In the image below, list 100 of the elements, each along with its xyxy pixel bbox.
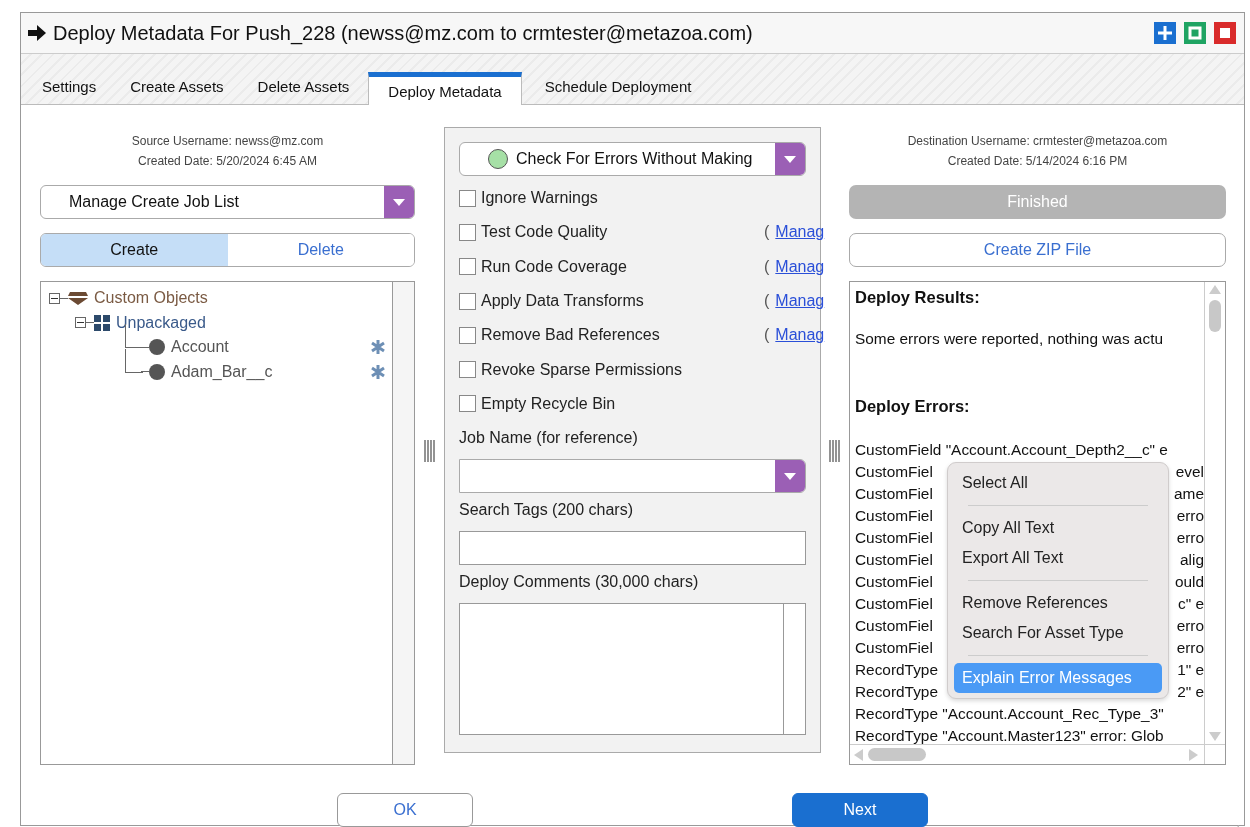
tab[interactable]: Schedule Deployment: [525, 70, 711, 104]
error-line: RecordType "Account.Account_Rec_Type_3": [855, 704, 1164, 724]
scroll-up-icon: [1209, 285, 1221, 294]
deploy-mode-label: Check For Errors Without Making: [516, 150, 753, 168]
scroll-left-icon: [854, 748, 863, 761]
status-dot-icon: [488, 149, 508, 169]
error-line-end: erro: [1176, 616, 1204, 636]
scroll-down-icon: [1209, 732, 1221, 741]
manage-link[interactable]: Manag: [775, 326, 825, 345]
error-line: CustomFiel: [855, 484, 933, 504]
plus-icon[interactable]: [1154, 22, 1176, 44]
manage-link[interactable]: Manag: [775, 292, 825, 311]
error-line-end: erro: [1176, 528, 1204, 548]
circle-icon: [149, 339, 165, 356]
manage-link[interactable]: Manag: [775, 223, 825, 242]
tree-item[interactable]: Unpackaged: [116, 313, 206, 332]
checkbox[interactable]: [459, 395, 476, 413]
checkbox-label: Ignore Warnings: [481, 189, 598, 208]
checkbox[interactable]: [459, 326, 476, 344]
checkbox-label: Test Code Quality: [481, 223, 608, 242]
error-line: CustomFiel: [855, 594, 933, 614]
parenthesis: (: [764, 292, 770, 311]
error-line-end: 1" e: [1177, 660, 1204, 680]
parenthesis: (: [764, 223, 770, 242]
arrow-right-icon: [27, 24, 47, 42]
error-line: CustomFiel: [855, 572, 933, 592]
checkbox[interactable]: [459, 223, 476, 241]
error-line-end: c" e: [1178, 594, 1204, 614]
checkbox[interactable]: [459, 258, 476, 276]
error-line: CustomFiel: [855, 550, 933, 570]
error-line-end: 2" e: [1177, 682, 1204, 702]
job-name-label: Job Name (for reference): [459, 429, 639, 448]
menu-item[interactable]: Search For Asset Type: [954, 618, 1162, 648]
stop-icon[interactable]: [1214, 22, 1236, 44]
error-line: CustomFiel: [855, 462, 933, 482]
results-heading: Deploy Results:: [855, 287, 980, 308]
deploy-comments-field[interactable]: [459, 603, 806, 736]
error-line: CustomFiel: [855, 638, 933, 658]
checkbox[interactable]: [459, 189, 476, 207]
source-username: Source Username: newss@mz.com: [130, 133, 325, 150]
checkbox-label: Empty Recycle Bin: [481, 394, 616, 413]
deploy-comments-label: Deploy Comments (30,000 chars): [459, 573, 700, 592]
error-line: RecordType: [855, 660, 938, 680]
search-tags-label: Search Tags (200 chars): [459, 501, 634, 520]
manage-link[interactable]: Manag: [775, 257, 825, 276]
error-line: CustomFiel: [855, 528, 933, 548]
scroll-right-icon: [1189, 748, 1198, 761]
error-line-end: evel: [1175, 462, 1204, 482]
menu-item[interactable]: Export All Text: [954, 543, 1162, 573]
gem-icon: [68, 291, 88, 306]
scrollbar-thumb[interactable]: [1209, 300, 1221, 332]
menu-item[interactable]: Copy All Text: [954, 513, 1162, 543]
error-line-end: erro: [1176, 506, 1204, 526]
tab[interactable]: Deploy Metadata: [368, 72, 522, 105]
error-line-end: erro: [1176, 638, 1204, 658]
splitter-handle-icon[interactable]: [828, 440, 842, 462]
caret-icon: [393, 198, 405, 206]
checkbox[interactable]: [459, 292, 476, 310]
error-line: CustomFiel: [855, 506, 933, 526]
splitter-handle-icon[interactable]: [422, 440, 437, 462]
square-icon[interactable]: [1184, 22, 1206, 44]
tree-item[interactable]: Account: [171, 338, 229, 357]
error-line: CustomField "Account.Account_Depth2__c" e: [855, 440, 1168, 460]
collapse-toggle[interactable]: [49, 292, 60, 304]
asterisk-icon: [370, 363, 386, 380]
menu-item[interactable]: Select All: [954, 468, 1162, 498]
next-button[interactable]: Next: [792, 793, 928, 827]
create-zip-button[interactable]: Create ZIP File: [849, 233, 1226, 267]
error-line: CustomFiel: [855, 616, 933, 636]
search-tags-field[interactable]: [459, 531, 806, 566]
checkbox[interactable]: [459, 361, 476, 379]
grid-icon: [94, 314, 110, 331]
parenthesis: (: [764, 257, 770, 276]
checkbox-label: Apply Data Transforms: [481, 292, 644, 311]
error-line-end: alig: [1180, 550, 1204, 570]
menu-item[interactable]: Remove References: [954, 588, 1162, 618]
checkbox-label: Revoke Sparse Permissions: [481, 360, 682, 379]
error-line-end: ame: [1174, 484, 1204, 504]
results-summary: Some errors were reported, nothing was actu: [855, 329, 1163, 349]
checkbox-label: Remove Bad References: [481, 326, 660, 345]
tree-item[interactable]: Adam_Bar__c: [171, 362, 273, 381]
destination-username: Destination Username: crmtester@metazoa.com: [906, 133, 1169, 150]
caret-icon: [784, 472, 796, 480]
checkbox-label: Run Code Coverage: [481, 257, 627, 276]
tree-item[interactable]: Custom Objects: [94, 289, 208, 308]
source-created-date: Created Date: 5/20/2024 6:45 AM: [137, 153, 318, 170]
job-name-dropdown[interactable]: [459, 459, 806, 494]
mode-toggle[interactable]: Create: [41, 234, 228, 266]
error-line: RecordType: [855, 682, 938, 702]
collapse-toggle[interactable]: [75, 317, 86, 329]
parenthesis: (: [764, 326, 770, 345]
scrollbar-thumb[interactable]: [868, 748, 926, 761]
window-title: Deploy Metadata For Push_228 (newss@mz.com to crmtester@metazoa.com): [53, 21, 754, 45]
job-list-dropdown[interactable]: Manage Create Job List: [40, 185, 415, 219]
ok-button[interactable]: OK: [337, 793, 473, 827]
caret-icon: [784, 155, 796, 163]
errors-heading: Deploy Errors:: [855, 396, 970, 417]
circle-icon: [149, 363, 165, 380]
error-line-end: ould: [1174, 572, 1204, 592]
deploy-mode-dropdown[interactable]: Check For Errors Without Making: [459, 142, 806, 176]
